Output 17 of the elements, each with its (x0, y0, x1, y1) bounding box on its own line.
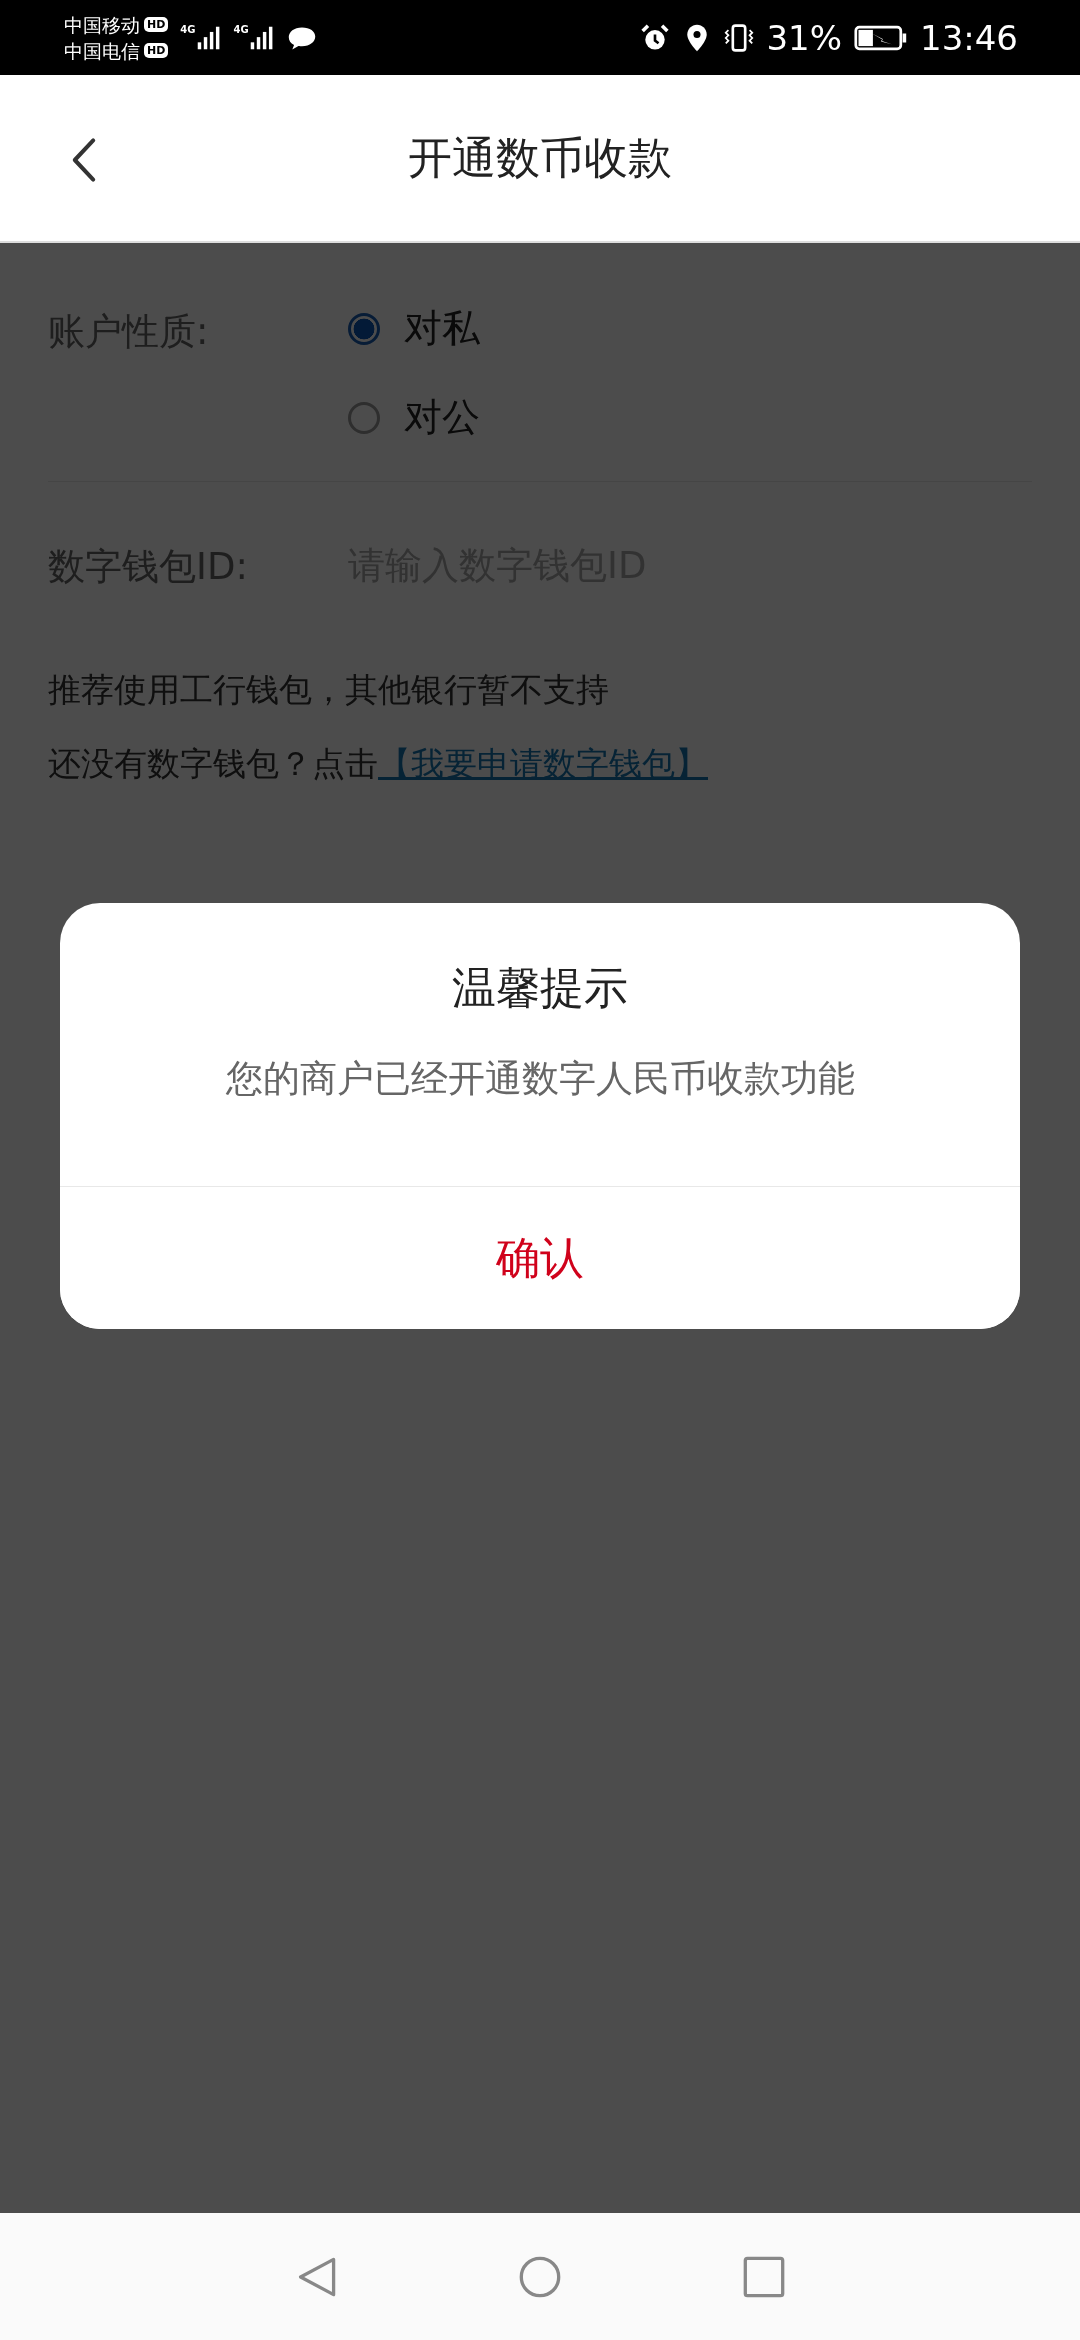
carrier-name: 中国电信 (64, 38, 140, 63)
dialog-message: 您的商户已经开通数字人民币收款功能 (225, 1056, 855, 1102)
back-icon[interactable] (70, 137, 98, 183)
vibrate-icon (724, 22, 755, 53)
network-type: 4G (233, 23, 249, 35)
hint-text: 推荐使用工行钱包，其他银行暂不支持 (48, 669, 609, 711)
carrier-name: 中国移动 (64, 12, 140, 37)
page-title: 开通数币收款 (408, 130, 672, 185)
home-icon[interactable] (518, 2254, 562, 2299)
battery-icon (854, 23, 908, 52)
hd-badge: HD (144, 43, 169, 58)
hd-badge: HD (144, 17, 169, 32)
dialog-title: 温馨提示 (452, 961, 628, 1015)
battery-percent: 31% (766, 17, 842, 58)
recents-icon[interactable] (742, 2254, 786, 2299)
network-type: 4G (180, 23, 196, 35)
clock: 13:46 (920, 17, 1018, 58)
